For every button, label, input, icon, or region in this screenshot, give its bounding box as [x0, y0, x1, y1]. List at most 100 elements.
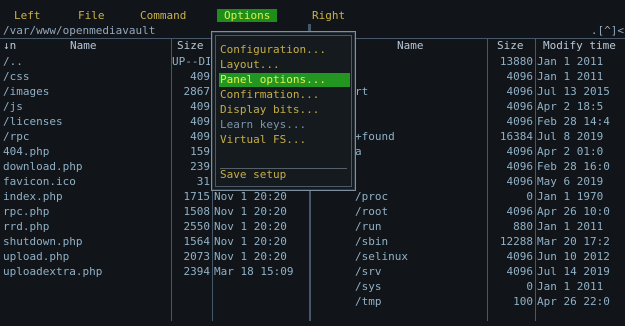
right-file-row[interactable]: +found 16384 Jul 8 2019	[311, 130, 625, 144]
right-file-row[interactable]: /sys 0 Jan 1 2011	[311, 280, 625, 294]
file-mtime: Mar 20 17:2	[537, 235, 610, 248]
file-mtime: Jan 1 2011	[537, 70, 604, 83]
menu-option-confirmation[interactable]: Confirmation...	[220, 88, 340, 102]
menu-option-panel-options[interactable]: Panel options...	[219, 73, 350, 87]
file-size: 1564	[183, 235, 211, 248]
file-size: 16384	[499, 130, 533, 143]
menu-option-display-bits[interactable]: Display bits...	[220, 103, 340, 117]
right-file-row[interactable]: 4096 Jan 1 2011	[311, 70, 625, 84]
right-file-row[interactable]: /tmp 100 Apr 26 22:0	[311, 295, 625, 309]
right-file-row[interactable]: /run 880 Jan 1 2011	[311, 220, 625, 234]
left-file-row[interactable]: rrd.php 2550 Nov 1 20:20	[0, 220, 309, 234]
right-panel[interactable]: .[^]< Name Size Modify time 13880 Jan 1 2…	[310, 24, 625, 321]
menu-option-virtual-fs[interactable]: Virtual FS...	[220, 133, 340, 147]
file-mtime: Nov 1 20:20	[214, 235, 287, 248]
right-name-header[interactable]: Name	[397, 39, 424, 53]
options-dropdown[interactable]: Configuration... Layout... Panel options…	[211, 31, 356, 191]
file-name: /js	[3, 100, 23, 113]
file-name: rpc.php	[3, 205, 50, 218]
file-mtime: Jun 10 2012	[537, 250, 610, 263]
menu-options[interactable]: Options	[217, 9, 278, 22]
left-file-row[interactable]: upload.php 2073 Nov 1 20:20	[0, 250, 309, 264]
right-file-row[interactable]: /selinux 4096 Jun 10 2012	[311, 250, 625, 264]
file-size: 409	[190, 70, 210, 83]
file-name: index.php	[3, 190, 63, 203]
right-file-row[interactable]: a 4096 Apr 2 01:0	[311, 145, 625, 159]
right-file-row[interactable]: 13880 Jan 1 2011	[311, 55, 625, 69]
file-name: /images	[3, 85, 50, 98]
file-name: /licenses	[3, 115, 63, 128]
right-file-row[interactable]: 4096 Feb 28 14:4	[311, 115, 625, 129]
file-size: 409	[190, 115, 210, 128]
file-name: favicon.ico	[3, 175, 76, 188]
file-mtime: Apr 2 01:0	[537, 145, 604, 158]
right-file-row[interactable]: 4096 Apr 2 18:5	[311, 100, 625, 114]
file-size: 4096	[506, 145, 534, 158]
menu-option-layout[interactable]: Layout...	[220, 58, 340, 72]
file-size: 1508	[183, 205, 211, 218]
left-file-row[interactable]: shutdown.php 1564 Nov 1 20:20	[0, 235, 309, 249]
left-size-header[interactable]: Size	[177, 39, 204, 53]
right-file-row[interactable]: rt 4096 Jul 13 2015	[311, 85, 625, 99]
menu-option-save-setup[interactable]: Save setup	[220, 168, 340, 182]
file-mtime: Feb 28 14:4	[537, 115, 610, 128]
left-sort-indicator[interactable]: ↓n	[3, 39, 16, 53]
file-name: a	[355, 145, 362, 158]
file-size: 2394	[183, 265, 211, 278]
file-name: uploadextra.php	[3, 265, 103, 278]
file-size: 0	[526, 190, 533, 203]
right-file-row[interactable]: /sbin 12288 Mar 20 17:2	[311, 235, 625, 249]
menu-right[interactable]: Right	[310, 9, 347, 22]
right-size-header[interactable]: Size	[497, 39, 524, 53]
right-file-row[interactable]: /root 4096 Apr 26 10:0	[311, 205, 625, 219]
left-file-row[interactable]: uploadextra.php 2394 Mar 18 15:09	[0, 265, 309, 279]
file-size: 4096	[506, 250, 534, 263]
menu-left[interactable]: Left	[12, 9, 43, 22]
file-name: /srv	[355, 265, 382, 278]
left-file-row[interactable]: rpc.php 1508 Nov 1 20:20	[0, 205, 309, 219]
file-size: 409	[190, 130, 210, 143]
file-size: 4096	[506, 205, 534, 218]
file-size: 4096	[506, 160, 534, 173]
file-size: UP--DI	[172, 55, 210, 68]
file-name: shutdown.php	[3, 235, 83, 248]
menu-option-learn-keys[interactable]: Learn keys...	[220, 118, 340, 132]
file-size: 4096	[506, 100, 534, 113]
right-file-row[interactable]: /proc 0 Jan 1 1970	[311, 190, 625, 204]
file-size: 4096	[506, 115, 534, 128]
file-name: /selinux	[355, 250, 408, 263]
file-name: /proc	[355, 190, 389, 203]
file-mtime: Jul 14 2019	[537, 265, 610, 278]
right-file-row[interactable]: 4096 May 6 2019	[311, 175, 625, 189]
file-mtime: Nov 1 20:20	[214, 220, 287, 233]
file-mtime: Nov 1 20:20	[214, 190, 287, 203]
file-size: 0	[526, 280, 533, 293]
file-size: 31	[196, 175, 210, 188]
file-size: 239	[190, 160, 210, 173]
file-name: +found	[355, 130, 395, 143]
right-time-header[interactable]: Modify time	[543, 39, 616, 53]
right-file-row[interactable]: 4096 Feb 28 16:0	[311, 160, 625, 174]
left-file-row[interactable]: index.php 1715 Nov 1 20:20	[0, 190, 309, 204]
file-name	[355, 175, 485, 189]
file-size: 159	[190, 145, 210, 158]
file-name: /..	[3, 55, 23, 68]
menu-command[interactable]: Command	[138, 9, 188, 22]
menu-option-configuration[interactable]: Configuration...	[220, 43, 340, 57]
right-file-row[interactable]: /srv 4096 Jul 14 2019	[311, 265, 625, 279]
right-panel-indicator: .[^]<	[590, 24, 624, 37]
file-name: upload.php	[3, 250, 70, 263]
file-mtime: Jan 1 2011	[537, 55, 604, 68]
file-mtime: Apr 26 10:0	[537, 205, 610, 218]
file-size: 1715	[183, 190, 211, 203]
file-mtime: Mar 18 15:09	[214, 265, 294, 278]
file-size: 4096	[506, 175, 534, 188]
file-size: 13880	[499, 55, 533, 68]
left-name-header[interactable]: Name	[70, 39, 97, 53]
menu-file[interactable]: File	[76, 9, 107, 22]
menu-bar: Left File Command Options Right	[0, 7, 625, 24]
file-size: 100	[513, 295, 533, 308]
right-path-bar[interactable]: .[^]<	[311, 24, 625, 38]
file-size: 4096	[506, 85, 534, 98]
file-name: /sys	[355, 280, 382, 293]
